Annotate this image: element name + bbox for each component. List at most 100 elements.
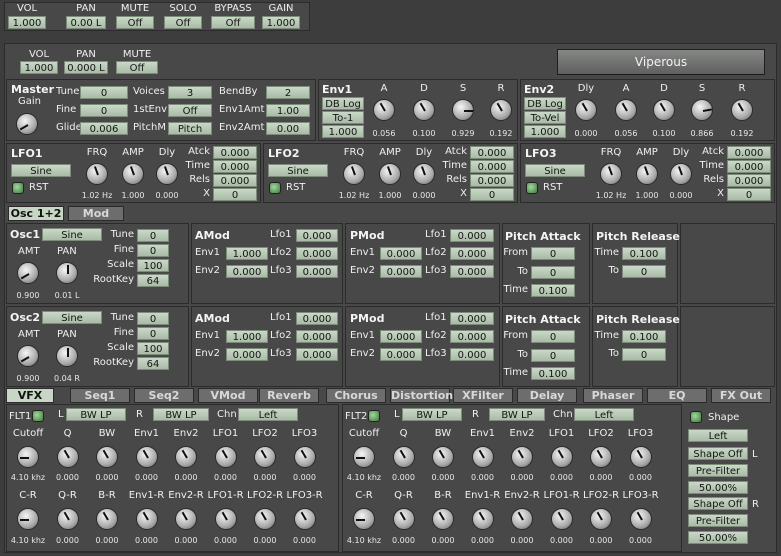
- master-gain-knob[interactable]: [16, 113, 38, 135]
- flt2-bot-knob-3[interactable]: [471, 508, 494, 530]
- top-solo-value[interactable]: Off: [164, 16, 202, 29]
- osc2-pr-to-value[interactable]: 0: [622, 348, 666, 361]
- osc1-pmod-lfo2-value[interactable]: 0.000: [450, 247, 494, 260]
- lfo2-amp-knob[interactable]: [379, 163, 401, 185]
- tab-delay[interactable]: Delay: [517, 388, 577, 403]
- osc1-tune-value[interactable]: 0: [137, 229, 169, 242]
- lfo2-x-value[interactable]: 0: [470, 188, 514, 201]
- inst-vol-value[interactable]: 1.000: [20, 61, 58, 74]
- shape-channel-select[interactable]: Left: [688, 429, 748, 442]
- osc1-pmod-lfo3-value[interactable]: 0.000: [450, 265, 494, 278]
- flt2-top-knob-5[interactable]: [550, 446, 573, 468]
- flt1-top-knob-2[interactable]: [96, 446, 118, 468]
- env1-s-knob[interactable]: [452, 99, 474, 121]
- env2-target-select[interactable]: To-Vel: [524, 111, 566, 124]
- osc2-pan-knob[interactable]: [56, 345, 78, 367]
- flt2-bot-knob-6[interactable]: [590, 508, 612, 530]
- osc2-pmod-env2-value[interactable]: 0.000: [380, 348, 422, 361]
- lfo3-x-value[interactable]: 0: [727, 188, 771, 201]
- env2-a-knob[interactable]: [615, 99, 637, 121]
- lfo3-wave-select[interactable]: Sine: [525, 164, 585, 177]
- flt2-bot-knob-5[interactable]: [550, 508, 573, 530]
- env2-d-knob[interactable]: [653, 99, 675, 121]
- osc1-amod-env1-value[interactable]: 1.000: [226, 247, 268, 260]
- lfo1-x-value[interactable]: 0: [213, 188, 257, 201]
- inst-mute-value[interactable]: Off: [116, 61, 158, 74]
- osc1-amod-lfo1-value[interactable]: 0.000: [296, 229, 338, 242]
- master-tune-value[interactable]: 0: [80, 86, 128, 99]
- osc2-pmod-lfo1-value[interactable]: 0.000: [450, 312, 494, 325]
- lfo1-frq-knob[interactable]: [86, 163, 108, 185]
- tab-chorus[interactable]: Chorus: [326, 388, 386, 403]
- tab-vfx[interactable]: VFX: [6, 388, 54, 403]
- osc2-fine-value[interactable]: 0: [137, 327, 169, 340]
- flt2-top-knob-3[interactable]: [471, 446, 494, 468]
- osc1-pr-to-value[interactable]: 0: [622, 265, 666, 278]
- env1-r-knob[interactable]: [490, 99, 512, 121]
- tab-osc-1-2[interactable]: Osc 1+2: [8, 206, 64, 221]
- osc1-scale-value[interactable]: 100: [137, 259, 169, 272]
- lfo2-rels-value[interactable]: 0.000: [470, 174, 514, 187]
- flt1-bot-knob-5[interactable]: [214, 508, 237, 530]
- tab-seq2[interactable]: Seq2: [134, 388, 194, 403]
- top-gain-value[interactable]: 1.000: [262, 16, 300, 29]
- lfo3-atck-value[interactable]: 0.000: [727, 146, 771, 159]
- osc1-pa-to-value[interactable]: 0: [531, 266, 575, 279]
- osc2-amod-lfo2-value[interactable]: 0.000: [296, 330, 338, 343]
- shape-left-amount-value[interactable]: 50.00%: [688, 481, 748, 494]
- shape-right-position-select[interactable]: Pre-Filter: [688, 514, 748, 527]
- osc1-pmod-env2-value[interactable]: 0.000: [380, 265, 422, 278]
- master-env1st-value[interactable]: Off: [168, 104, 212, 117]
- osc2-pa-time-value[interactable]: 0.100: [531, 367, 575, 380]
- osc1-pmod-env1-value[interactable]: 0.000: [380, 247, 422, 260]
- osc2-pmod-lfo2-value[interactable]: 0.000: [450, 330, 494, 343]
- tab-reverb[interactable]: Reverb: [259, 388, 319, 403]
- env2-dly-knob[interactable]: [575, 99, 597, 121]
- master-glide-value[interactable]: 0.006: [80, 122, 128, 135]
- osc2-amod-env1-value[interactable]: 1.000: [226, 330, 268, 343]
- osc1-amod-env2-value[interactable]: 0.000: [226, 265, 268, 278]
- osc2-pmod-env1-value[interactable]: 0.000: [380, 330, 422, 343]
- lfo1-atck-value[interactable]: 0.000: [213, 146, 257, 159]
- osc2-amod-lfo1-value[interactable]: 0.000: [296, 312, 338, 325]
- tab-eq[interactable]: EQ: [647, 388, 707, 403]
- osc2-pmod-lfo3-value[interactable]: 0.000: [450, 348, 494, 361]
- osc1-pa-time-value[interactable]: 0.100: [531, 284, 575, 297]
- lfo2-atck-value[interactable]: 0.000: [470, 146, 514, 159]
- flt1-bot-knob-2[interactable]: [96, 508, 118, 530]
- flt2-bot-knob-0[interactable]: [353, 508, 375, 530]
- master-voices-value[interactable]: 3: [168, 86, 212, 99]
- lfo1-rels-value[interactable]: 0.000: [213, 174, 257, 187]
- lfo3-time-value[interactable]: 0.000: [727, 160, 771, 173]
- top-pan-value[interactable]: 0.00 L: [66, 16, 106, 29]
- shape-right-amount-value[interactable]: 50.00%: [688, 531, 748, 544]
- lfo3-dly-knob[interactable]: [670, 163, 692, 185]
- lfo2-reset-led[interactable]: [269, 182, 281, 194]
- flt1-right-type-select[interactable]: BW LP: [153, 408, 209, 421]
- flt1-top-knob-4[interactable]: [175, 446, 197, 468]
- tab-fx-out[interactable]: FX Out: [711, 388, 771, 403]
- osc2-scale-value[interactable]: 100: [137, 342, 169, 355]
- master-env2amt-value[interactable]: 0.00: [266, 122, 310, 135]
- osc1-root-value[interactable]: 64: [137, 274, 169, 287]
- inst-pan-value[interactable]: 0.000 L: [64, 61, 108, 74]
- lfo1-amp-knob[interactable]: [122, 163, 144, 185]
- osc1-amod-lfo3-value[interactable]: 0.000: [296, 265, 338, 278]
- osc1-amod-lfo2-value[interactable]: 0.000: [296, 247, 338, 260]
- osc1-amt-knob[interactable]: [17, 262, 39, 284]
- lfo3-rels-value[interactable]: 0.000: [727, 174, 771, 187]
- tab-vmod[interactable]: VMod: [198, 388, 258, 403]
- flt1-bot-knob-4[interactable]: [175, 508, 197, 530]
- tab-distortion[interactable]: Distortion: [390, 388, 453, 403]
- flt2-top-knob-2[interactable]: [432, 446, 454, 468]
- lfo3-reset-led[interactable]: [526, 182, 538, 194]
- shape-enable-led[interactable]: [690, 411, 702, 423]
- flt2-top-knob-4[interactable]: [511, 446, 533, 468]
- flt1-top-knob-0[interactable]: [17, 446, 39, 468]
- flt2-enable-led[interactable]: [368, 410, 380, 422]
- lfo1-wave-select[interactable]: Sine: [11, 164, 71, 177]
- flt1-bot-knob-0[interactable]: [17, 508, 39, 530]
- flt1-bot-knob-3[interactable]: [135, 508, 158, 530]
- osc2-amod-lfo3-value[interactable]: 0.000: [296, 348, 338, 361]
- osc2-pr-time-value[interactable]: 0.100: [622, 330, 666, 343]
